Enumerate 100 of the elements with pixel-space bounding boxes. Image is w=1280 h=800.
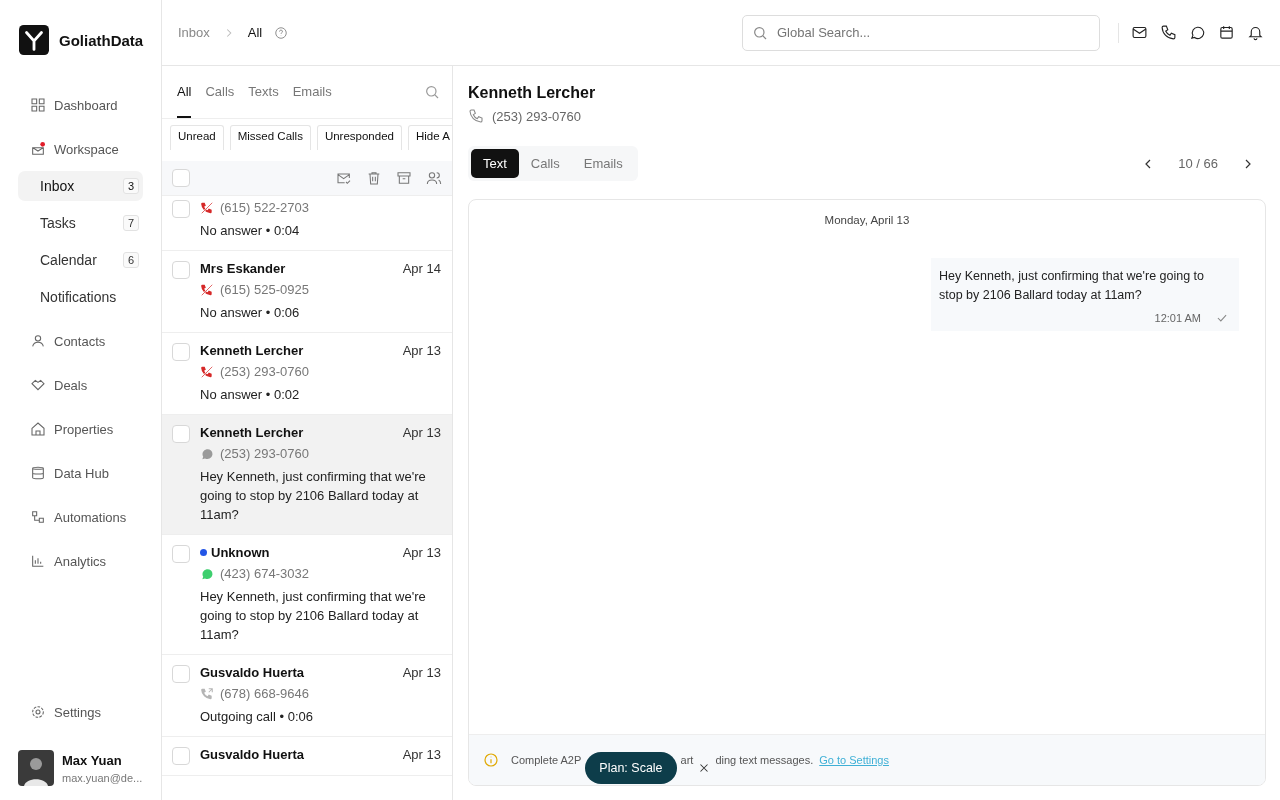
contact-name: Kenneth Lercher (200, 343, 304, 358)
row-checkbox[interactable] (172, 665, 190, 683)
breadcrumb-item[interactable]: All (247, 25, 263, 40)
avatar (18, 750, 54, 786)
contact-name: Mrs Eskander (200, 261, 286, 276)
select-all-checkbox[interactable] (172, 169, 190, 187)
search-icon (752, 24, 768, 41)
count-badge: 6 (122, 252, 139, 268)
user-name: Max Yuan (62, 752, 123, 768)
contact-name: Gusvaldo Huerta (200, 747, 305, 762)
conversation-item[interactable]: (615) 522-2703 No answer • 0:04 (162, 196, 452, 251)
nav-item[interactable]: Automations (18, 495, 143, 539)
conversation-item[interactable]: Unknown Apr 13 (423) 674-3032 Hey Kenneth, just confirming that we're going to stop by 2106 Ballard today at 11am? (162, 535, 452, 655)
filter-tab[interactable]: All (177, 66, 192, 118)
nav-item[interactable]: Data Hub (18, 451, 143, 495)
missed-call-icon (200, 200, 214, 215)
nav-item[interactable]: Workspace (18, 127, 143, 171)
contact-name: Kenneth Lercher (200, 425, 304, 440)
chat-bubble-icon (200, 446, 214, 461)
missed-call-icon (200, 282, 214, 297)
item-date: Apr 13 (402, 747, 441, 762)
nav-subitem[interactable]: Inbox 3 (18, 171, 143, 201)
grid-icon (30, 97, 46, 113)
channel-tab[interactable]: Emails (571, 149, 635, 178)
phone-number: (615) 522-2703 (220, 200, 309, 215)
info-icon (483, 752, 499, 768)
nav-item[interactable]: Contacts (18, 319, 143, 363)
plan-badge[interactable]: Plan: Scale (585, 752, 677, 784)
count-badge: 7 (122, 215, 139, 231)
notice-text: Complete A2P (511, 754, 582, 766)
mail-check-icon[interactable] (336, 170, 352, 186)
nav-item[interactable]: Dashboard (18, 83, 143, 127)
database-icon (30, 465, 46, 481)
users-icon[interactable] (426, 170, 442, 186)
search-field[interactable]: Global Search... (742, 14, 1100, 51)
chat-icon[interactable] (1189, 24, 1206, 41)
contact-phone: (253) 293-0760 (492, 108, 581, 124)
trash-icon[interactable] (366, 170, 382, 186)
row-checkbox[interactable] (172, 200, 190, 218)
item-preview: Hey Kenneth, just confirming that we're going to stop by 2106 Ballard today at 11am? (200, 588, 427, 644)
count-badge: 3 (122, 178, 139, 194)
search-icon[interactable] (424, 84, 440, 100)
item-date: Apr 13 (402, 425, 441, 440)
nav-subitem[interactable]: Calendar 6 (18, 245, 143, 275)
conversation-item[interactable]: Kenneth Lercher Apr 13 (253) 293-0760 Hey Kenneth, just confirming that we're going to stop by 2106 Ballard today at 11am? (162, 415, 452, 535)
outgoing-call-icon (200, 686, 214, 701)
phone-number: (615) 525-0925 (220, 282, 309, 297)
filter-chip[interactable]: Missed Calls (229, 125, 311, 150)
mail-icon[interactable] (1131, 24, 1148, 41)
phone-icon[interactable] (1160, 24, 1177, 41)
bar-chart-icon (30, 553, 46, 569)
filter-tab[interactable]: Emails (292, 66, 332, 118)
row-checkbox[interactable] (172, 545, 190, 563)
settings-item[interactable]: Settings (18, 690, 143, 734)
filter-chip[interactable]: Unresponded (316, 125, 402, 150)
item-date: Apr 13 (402, 343, 441, 358)
row-checkbox[interactable] (172, 425, 190, 443)
envelope-icon (30, 141, 46, 157)
channel-tab[interactable]: Text (471, 149, 519, 178)
conversation-item[interactable]: Mrs Eskander Apr 14 (615) 525-0925 No answer • 0:06 (162, 251, 452, 333)
phone-number: (678) 668-9646 (220, 686, 309, 701)
item-preview: Outgoing call • 0:06 (200, 708, 314, 726)
calendar-icon[interactable] (1218, 24, 1235, 41)
filter-chip[interactable]: Hide A (407, 125, 452, 150)
missed-call-icon (200, 364, 214, 379)
settings-icon (30, 704, 46, 720)
date-divider: Monday, April 13 (824, 214, 910, 226)
logo-icon (19, 25, 49, 55)
channel-tab[interactable]: Calls (518, 149, 572, 178)
filter-chip[interactable]: Unread (170, 125, 224, 150)
filter-tab[interactable]: Calls (205, 66, 235, 118)
item-preview: No answer • 0:02 (200, 386, 301, 404)
nav-item[interactable]: Analytics (18, 539, 143, 583)
row-checkbox[interactable] (172, 747, 190, 765)
contact-name: Unknown (211, 545, 270, 560)
conversation-item[interactable]: Gusvaldo Huerta Apr 13 (678) 668-9646 Outgoing call • 0:06 (162, 655, 452, 737)
contact-name: Gusvaldo Huerta (200, 665, 305, 680)
item-date: Apr 13 (402, 665, 441, 680)
row-checkbox[interactable] (172, 343, 190, 361)
bell-icon[interactable] (1247, 24, 1264, 41)
phone-number: (253) 293-0760 (220, 364, 309, 379)
nav-subitem[interactable]: Notifications (18, 282, 143, 312)
filter-tab[interactable]: Texts (248, 66, 279, 118)
item-preview: Hey Kenneth, just confirming that we're going to stop by 2106 Ballard today at 11am? (200, 468, 427, 524)
notice-text: ding text messages. (715, 754, 814, 766)
nav-item[interactable]: Properties (18, 407, 143, 451)
chat-bubble-icon (200, 566, 214, 581)
message-text: Hey Kenneth, just confirming that we're going to stop by 2106 Ballard today at 11am? (939, 268, 1206, 304)
brand-name: GoliathData (59, 31, 144, 49)
phone-icon (468, 108, 484, 124)
row-checkbox[interactable] (172, 261, 190, 279)
conversation-item[interactable]: Gusvaldo Huerta Apr 13 (162, 737, 452, 776)
breadcrumb-item[interactable]: Inbox (178, 25, 210, 40)
nav-subitem[interactable]: Tasks 7 (18, 208, 143, 238)
contact-name: Kenneth Lercher (468, 84, 597, 102)
house-icon (30, 421, 46, 437)
nav-item[interactable]: Deals (18, 363, 143, 407)
nodes-icon (30, 509, 46, 525)
help-icon[interactable] (274, 25, 289, 40)
archive-icon[interactable] (396, 170, 412, 186)
